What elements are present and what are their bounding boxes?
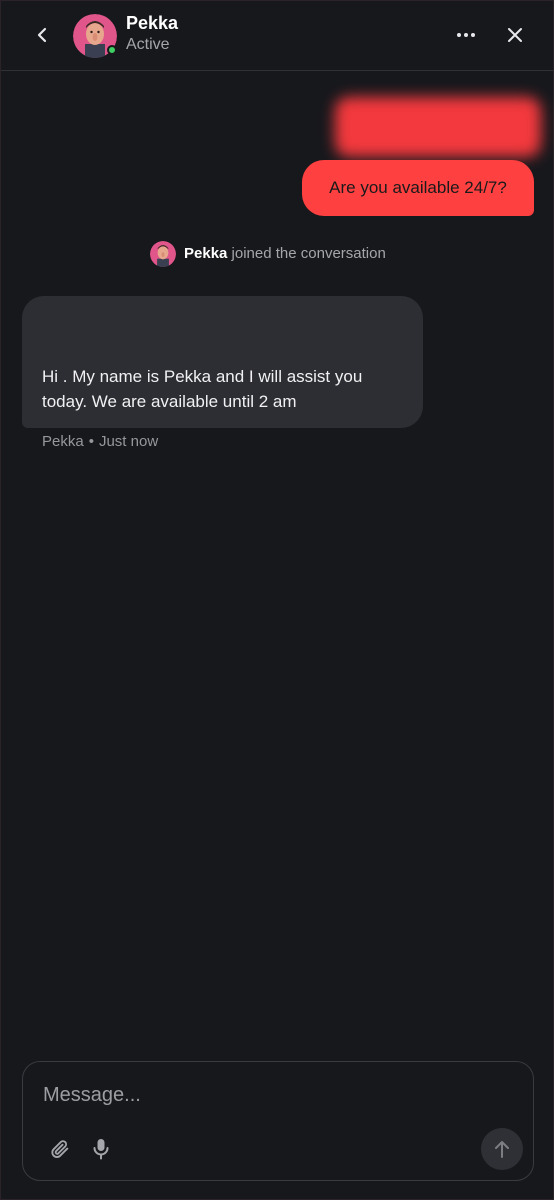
agent-name: Pekka [126,13,179,33]
close-button[interactable] [500,21,530,49]
meta-separator: • [88,433,94,450]
message-meta: Pekka • Just now [42,433,158,450]
microphone-button[interactable] [89,1136,113,1162]
more-horizontal-icon [457,33,475,37]
agent-message-text: Hi . My name is Pekka and I will assist … [42,367,363,411]
message-composer [22,1061,534,1181]
meta-author: Pekka [42,433,84,450]
joined-avatar [150,240,176,267]
meta-time: Just now [98,433,159,450]
close-icon [508,28,522,42]
attach-button[interactable] [47,1136,73,1162]
joined-notice: Pekka joined the conversation [150,240,386,267]
agent-avatar [73,14,117,58]
joined-text: joined the conversation [231,245,386,262]
joined-name: Pekka [184,245,228,262]
chevron-left-icon [37,27,47,43]
agent-message-bubble: Hi . My name is Pekka and I will assist … [22,296,423,428]
agent-status: Active [126,36,170,53]
redacted-user-message [335,97,541,157]
user-message-bubble: Are you available 24/7? [302,160,534,216]
chat-header: Pekka Active [1,1,553,71]
chat-window: Pekka Active Are you available 24/7? Pek… [0,0,554,1200]
microphone-icon [93,1139,109,1160]
user-message-text: Are you available 24/7? [329,178,507,197]
active-status-dot [107,45,117,55]
back-button[interactable] [27,20,57,50]
paperclip-icon [51,1140,69,1158]
send-button[interactable] [481,1128,523,1170]
arrow-up-icon [495,1141,509,1158]
message-input[interactable] [43,1080,503,1110]
more-options-button[interactable] [451,23,481,47]
